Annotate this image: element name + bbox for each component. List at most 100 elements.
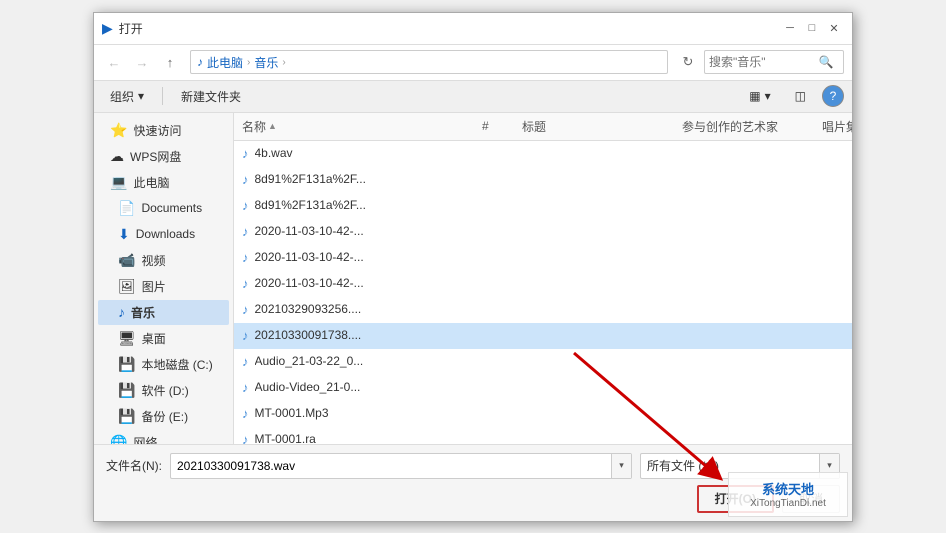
up-button[interactable]: ↑	[158, 50, 182, 74]
file-name-text: 2020-11-03-10-42-...	[255, 276, 364, 290]
sidebar-label-software-d: 软件 (D:)	[141, 382, 188, 399]
col-title-label: 标题	[522, 118, 546, 135]
file-name-cell: ♪ Audio_21-03-22_0...	[242, 354, 482, 369]
nav-bar: ← → ↑ ♪ 此电脑 › 音乐 › ↻ 🔍	[94, 45, 852, 81]
col-album-header[interactable]: 唱片集	[822, 118, 852, 135]
view-arrow-icon: ▾	[765, 89, 771, 103]
minimize-button[interactable]: ─	[780, 18, 800, 38]
col-title-header[interactable]: 标题	[522, 118, 682, 135]
refresh-button[interactable]: ↻	[676, 50, 700, 74]
table-row[interactable]: ♪ Audio-Video_21-0...	[234, 375, 852, 401]
quick-access-icon: ⭐	[110, 122, 127, 139]
breadcrumb: ♪ 此电脑 › 音乐 ›	[190, 50, 668, 74]
back-button[interactable]: ←	[102, 50, 126, 74]
col-name-header[interactable]: 名称 ▲	[242, 118, 482, 135]
table-row[interactable]: ♪ 2020-11-03-10-42-...	[234, 271, 852, 297]
sidebar-label-music: 音乐	[131, 304, 155, 321]
forward-button[interactable]: →	[130, 50, 154, 74]
title-bar: ▶ 打开 ─ □ ✕	[94, 13, 852, 45]
sidebar-label-desktop: 桌面	[142, 330, 166, 347]
help-icon: ?	[830, 89, 837, 103]
sidebar-item-music[interactable]: ♪ 音乐	[98, 300, 229, 325]
view-button[interactable]: ▦ ▾	[741, 84, 778, 108]
sidebar-item-this-pc[interactable]: 💻 此电脑	[98, 170, 229, 195]
table-row[interactable]: ♪ 2020-11-03-10-42-...	[234, 245, 852, 271]
desktop-icon: 🖥	[118, 330, 136, 347]
file-name-cell: ♪ MT-0001.Mp3	[242, 406, 482, 421]
breadcrumb-music[interactable]: 音乐	[254, 54, 278, 71]
file-name-text: 20210329093256....	[255, 302, 362, 316]
filename-dropdown-button[interactable]: ▾	[611, 454, 631, 478]
file-icon: ♪	[242, 328, 249, 343]
file-name-text: 2020-11-03-10-42-...	[255, 224, 364, 238]
table-row[interactable]: ♪ 8d91%2F131a%2F...	[234, 193, 852, 219]
filename-input[interactable]	[171, 454, 611, 478]
file-name-text: 8d91%2F131a%2F...	[255, 172, 366, 186]
sidebar-item-software-d[interactable]: 💾 软件 (D:)	[98, 378, 229, 403]
search-button[interactable]: 🔍	[815, 51, 837, 73]
file-icon: ♪	[242, 432, 249, 444]
file-icon: ♪	[242, 250, 249, 265]
app-icon: ▶	[102, 20, 113, 37]
music-icon: ♪	[118, 304, 125, 320]
new-folder-label: 新建文件夹	[181, 88, 241, 105]
downloads-icon: ⬇	[118, 226, 130, 243]
file-name-cell: ♪ 2020-11-03-10-42-...	[242, 276, 482, 291]
sidebar-item-downloads[interactable]: ⬇ Downloads	[98, 222, 229, 247]
file-icon: ♪	[242, 354, 249, 369]
sidebar-item-pictures[interactable]: 🖼 图片	[98, 274, 229, 299]
table-row[interactable]: ♪ 4b.wav	[234, 141, 852, 167]
documents-icon: 📄	[118, 200, 135, 217]
sidebar-item-wps[interactable]: ☁ WPS网盘	[98, 144, 229, 169]
help-button[interactable]: ?	[822, 85, 844, 107]
sidebar-item-local-c[interactable]: 💾 本地磁盘 (C:)	[98, 352, 229, 377]
table-row[interactable]: ♪ MT-0001.Mp3	[234, 401, 852, 427]
sort-arrow-icon: ▲	[268, 121, 277, 131]
file-name-text: MT-0001.Mp3	[255, 406, 329, 420]
breadcrumb-sep-1: ›	[247, 57, 250, 68]
sidebar-label-wps: WPS网盘	[130, 148, 181, 165]
window-controls: ─ □ ✕	[780, 18, 844, 38]
table-row[interactable]: ♪ Audio_21-03-22_0...	[234, 349, 852, 375]
sidebar-label-videos: 视频	[141, 252, 165, 269]
table-row[interactable]: ♪ 20210329093256....	[234, 297, 852, 323]
maximize-button[interactable]: □	[802, 18, 822, 38]
filename-label: 文件名(N):	[106, 457, 162, 474]
local-c-icon: 💾	[118, 356, 135, 373]
breadcrumb-thispc[interactable]: 此电脑	[207, 54, 243, 71]
table-row[interactable]: ♪ MT-0001.ra	[234, 427, 852, 444]
pictures-icon: 🖼	[118, 278, 136, 295]
file-icon: ♪	[242, 146, 249, 161]
file-icon: ♪	[242, 406, 249, 421]
col-artist-header[interactable]: 参与创作的艺术家	[682, 118, 822, 135]
file-name-cell: ♪ 20210329093256....	[242, 302, 482, 317]
search-input[interactable]	[705, 51, 815, 73]
wps-icon: ☁	[110, 148, 124, 165]
breadcrumb-sep-2: ›	[282, 57, 285, 68]
main-area: ⭐ 快速访问 ☁ WPS网盘 💻 此电脑 📄 Documents ⬇ Downl…	[94, 113, 852, 444]
sidebar-item-backup-e[interactable]: 💾 备份 (E:)	[98, 404, 229, 429]
file-name-text: 2020-11-03-10-42-...	[255, 250, 364, 264]
sidebar-item-videos[interactable]: 📹 视频	[98, 248, 229, 273]
col-number-header[interactable]: #	[482, 119, 522, 133]
search-box: 🔍	[704, 50, 844, 74]
organize-button[interactable]: 组织 ▾	[102, 84, 152, 108]
table-row[interactable]: ♪ 2020-11-03-10-42-...	[234, 219, 852, 245]
preview-button[interactable]: ◫	[787, 84, 814, 108]
new-folder-button[interactable]: 新建文件夹	[173, 84, 249, 108]
this-pc-icon: 💻	[110, 174, 127, 191]
file-name-cell: ♪ 20210330091738....	[242, 328, 482, 343]
table-row[interactable]: ♪ 20210330091738....	[234, 323, 852, 349]
file-name-cell: ♪ Audio-Video_21-0...	[242, 380, 482, 395]
software-d-icon: 💾	[118, 382, 135, 399]
close-button[interactable]: ✕	[824, 18, 844, 38]
col-album-label: 唱片集	[822, 118, 852, 135]
sidebar-item-desktop[interactable]: 🖥 桌面	[98, 326, 229, 351]
sidebar-item-network[interactable]: 🌐 网络	[98, 430, 229, 444]
file-list-header: 名称 ▲ # 标题 参与创作的艺术家 唱片集	[234, 113, 852, 141]
file-icon: ♪	[242, 302, 249, 317]
table-row[interactable]: ♪ 8d91%2F131a%2F...	[234, 167, 852, 193]
file-icon: ♪	[242, 380, 249, 395]
sidebar-item-quick-access[interactable]: ⭐ 快速访问	[98, 118, 229, 143]
sidebar-item-documents[interactable]: 📄 Documents	[98, 196, 229, 221]
